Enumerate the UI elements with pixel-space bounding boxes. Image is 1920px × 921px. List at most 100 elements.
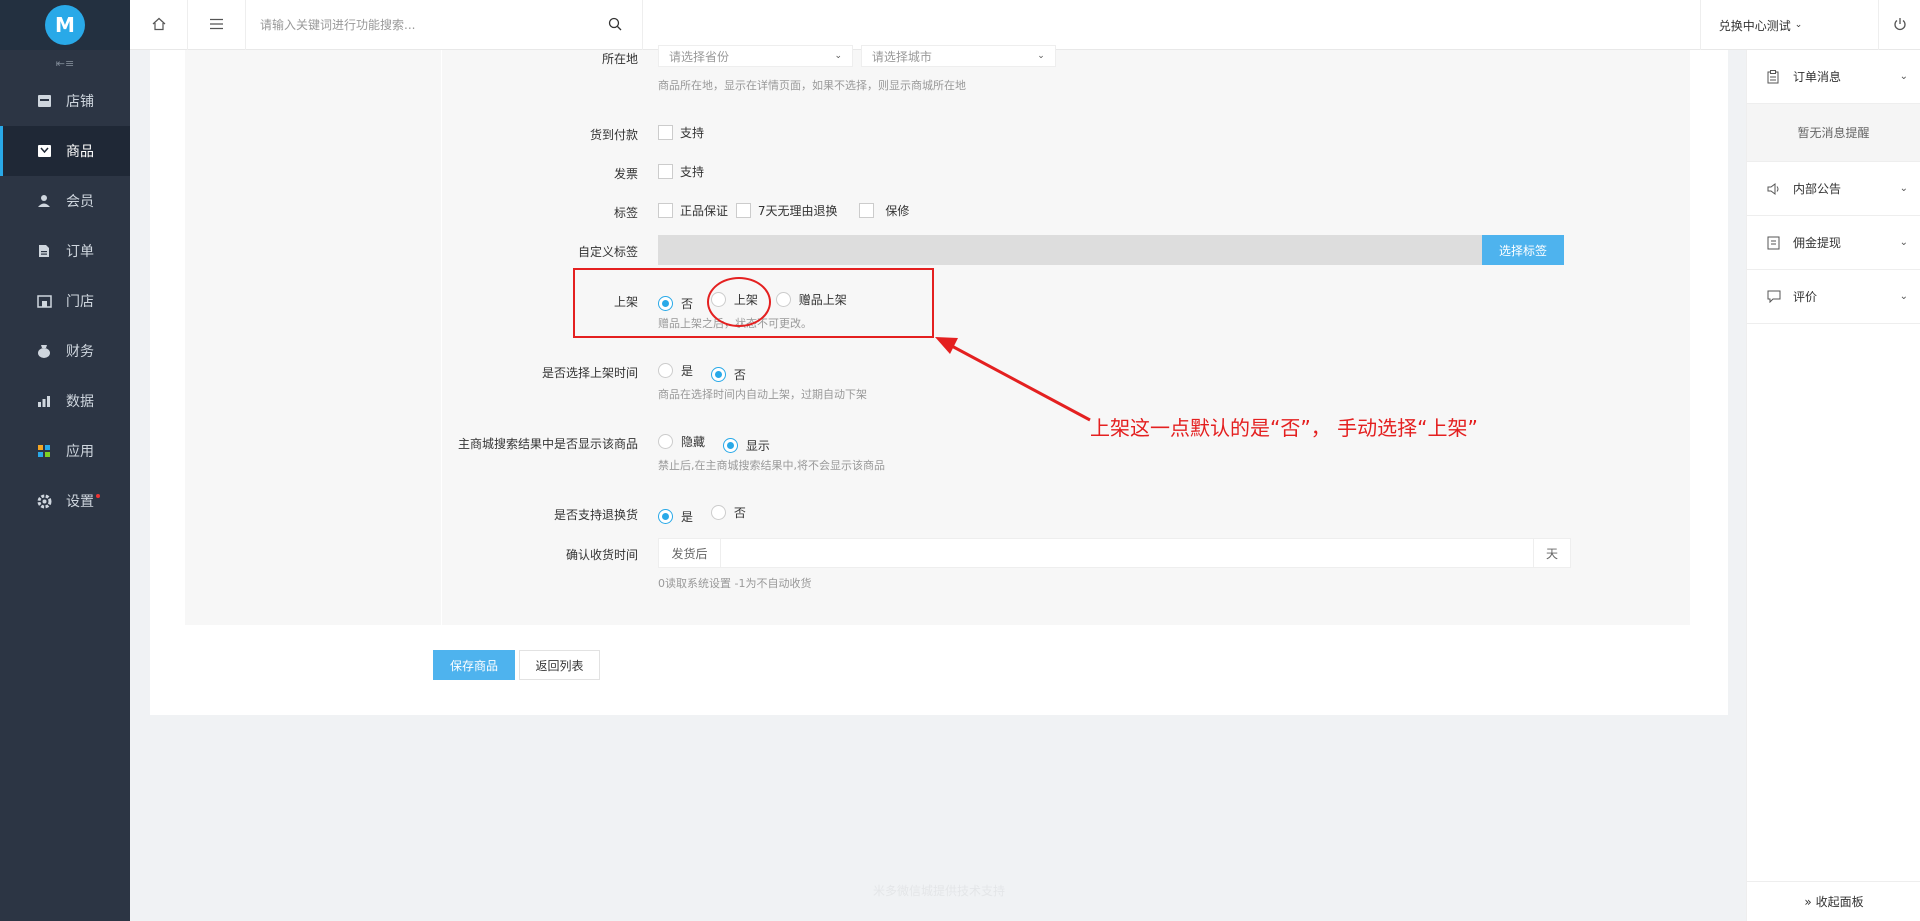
search-display-radio-hide[interactable]: 隐藏 (658, 433, 705, 450)
back-to-list-button[interactable]: 返回列表 (519, 650, 600, 680)
search-input[interactable] (260, 13, 610, 37)
tag-option-label: 保修 (885, 204, 910, 218)
chevron-down-icon: ⌄ (1899, 291, 1908, 302)
goods-icon (36, 143, 52, 159)
invoice-checkbox[interactable]: 支持 (658, 163, 704, 180)
save-goods-button[interactable]: 保存商品 (433, 650, 515, 680)
search-display-radio-group: 隐藏 显示 (658, 433, 778, 454)
receive-time-hint: 0读取系统设置 -1为不自动收货 (658, 577, 812, 590)
sidebar-item-label: 会员 (66, 194, 94, 210)
sidebar-item-shop[interactable]: 店铺 (0, 76, 130, 126)
chevron-down-icon: ⌄ (1794, 20, 1803, 30)
wallet-icon (1767, 236, 1781, 250)
sidebar-item-apps[interactable]: 应用 (0, 426, 130, 476)
city-select-text: 请选择城市 (871, 49, 932, 64)
sidebar-item-label: 设置 (66, 494, 94, 510)
receive-time-input[interactable] (721, 539, 1533, 567)
order-message-item[interactable]: 订单消息 ⌄ (1747, 50, 1920, 104)
returns-radio-yes[interactable]: 是 (658, 508, 693, 525)
right-panel: 订单消息 ⌄ 暂无消息提醒 内部公告 ⌄ 佣金提现 ⌄ 评价 ⌄ » 收起面板 (1746, 50, 1920, 921)
review-label: 评价 (1793, 290, 1818, 304)
form-side-column (185, 50, 442, 625)
logout-button[interactable] (1878, 0, 1920, 50)
sidebar-item-settings[interactable]: 设置 (0, 476, 130, 526)
sidebar-collapse-toggle[interactable]: ⇤≡ (0, 50, 130, 76)
select-tags-button[interactable]: 选择标签 (1482, 235, 1564, 265)
annotation-arrow-icon (935, 337, 1091, 422)
radio-label: 否 (733, 506, 746, 520)
radio-dot (658, 434, 673, 449)
sidebar: M ⇤≡ 店铺 商品 会员 订单 门店 财务 数据 应用 设置 (0, 0, 130, 921)
receive-time-input-group: 发货后 天 (658, 538, 1571, 568)
location-label: 所在地 (601, 52, 638, 66)
radio-label: 是 (681, 364, 694, 378)
province-select[interactable]: 请选择省份 ⌄ (658, 45, 853, 67)
checkbox-box (658, 125, 673, 140)
review-item[interactable]: 评价 ⌄ (1747, 270, 1920, 324)
checkbox-box (735, 203, 751, 218)
shelf-time-hint: 商品在选择时间内自动上架，过期自动下架 (658, 388, 867, 401)
logo-area: M (0, 0, 130, 50)
tags-label: 标签 (613, 206, 638, 220)
tag-checkbox-warranty[interactable]: 保修 (859, 202, 909, 219)
tag-checkbox-7day[interactable]: 7天无理由退换 (735, 202, 837, 219)
invoice-checkbox-group: 支持 (658, 163, 712, 182)
cod-checkbox[interactable]: 支持 (658, 124, 704, 141)
shelf-time-radio-group: 是 否 (658, 362, 754, 383)
settings-badge (96, 494, 100, 498)
city-select[interactable]: 请选择城市 ⌄ (860, 45, 1056, 67)
sidebar-item-finance[interactable]: 财务 (0, 326, 130, 376)
shelf-time-radio-no[interactable]: 否 (710, 366, 746, 383)
checkbox-box (658, 203, 673, 218)
sidebar-item-label: 商品 (66, 144, 94, 160)
sidebar-item-label: 订单 (66, 244, 94, 260)
shelf-time-radio-yes[interactable]: 是 (658, 362, 693, 379)
sidebar-item-store[interactable]: 门店 (0, 276, 130, 326)
annotation-text: 上架这一点默认的是“否”， 手动选择“上架” (1090, 416, 1478, 440)
radio-dot (722, 438, 738, 453)
tag-option-label: 正品保证 (680, 204, 729, 218)
menu-toggle-button[interactable] (188, 0, 246, 50)
tag-checkbox-genuine[interactable]: 正品保证 (658, 202, 728, 219)
store-icon (36, 293, 52, 309)
receive-time-prefix: 发货后 (659, 539, 721, 567)
chevron-down-icon: ⌄ (1037, 51, 1045, 61)
search-icon (608, 17, 622, 34)
chevron-down-icon: ⌄ (1899, 183, 1908, 194)
location-selects: 请选择省份 ⌄ 请选择城市 ⌄ (658, 45, 1056, 67)
settings-icon (36, 493, 52, 509)
apps-icon (36, 443, 52, 459)
chevron-down-icon: ⌄ (1899, 71, 1908, 82)
menu-icon (209, 18, 224, 33)
sidebar-item-label: 数据 (66, 394, 94, 410)
radio-label: 是 (681, 510, 694, 524)
top-header: 兑换中心测试 ⌄ (130, 0, 1920, 50)
sidebar-item-label: 门店 (66, 294, 94, 310)
sidebar-item-data[interactable]: 数据 (0, 376, 130, 426)
checkbox-box (658, 164, 673, 179)
radio-dot (710, 505, 726, 520)
cod-label: 货到付款 (589, 128, 638, 142)
home-button[interactable] (130, 0, 188, 50)
radio-dot (658, 509, 673, 524)
internal-notice-label: 内部公告 (1793, 182, 1842, 196)
internal-notice-item[interactable]: 内部公告 ⌄ (1747, 162, 1920, 216)
search-display-radio-show[interactable]: 显示 (722, 437, 770, 454)
switch-center-dropdown[interactable]: 兑换中心测试 ⌄ (1700, 0, 1820, 50)
sidebar-item-goods[interactable]: 商品 (0, 126, 130, 176)
switch-center-label: 兑换中心测试 (1718, 18, 1791, 33)
sidebar-item-member[interactable]: 会员 (0, 176, 130, 226)
invoice-option-label: 支持 (680, 165, 705, 179)
receive-time-label: 确认收货时间 (565, 548, 638, 562)
custom-tags-field[interactable] (658, 235, 1482, 265)
commission-withdraw-item[interactable]: 佣金提现 ⌄ (1747, 216, 1920, 270)
returns-radio-no[interactable]: 否 (710, 504, 746, 521)
shop-icon (36, 93, 52, 109)
invoice-label: 发票 (613, 167, 638, 181)
sidebar-item-order[interactable]: 订单 (0, 226, 130, 276)
no-message-text: 暂无消息提醒 (1747, 104, 1920, 162)
search-button[interactable] (605, 15, 625, 35)
order-message-label: 订单消息 (1793, 70, 1842, 84)
search-display-hint: 禁止后,在主商城搜索结果中,将不会显示该商品 (658, 459, 885, 472)
collapse-panel-button[interactable]: » 收起面板 (1747, 881, 1920, 921)
